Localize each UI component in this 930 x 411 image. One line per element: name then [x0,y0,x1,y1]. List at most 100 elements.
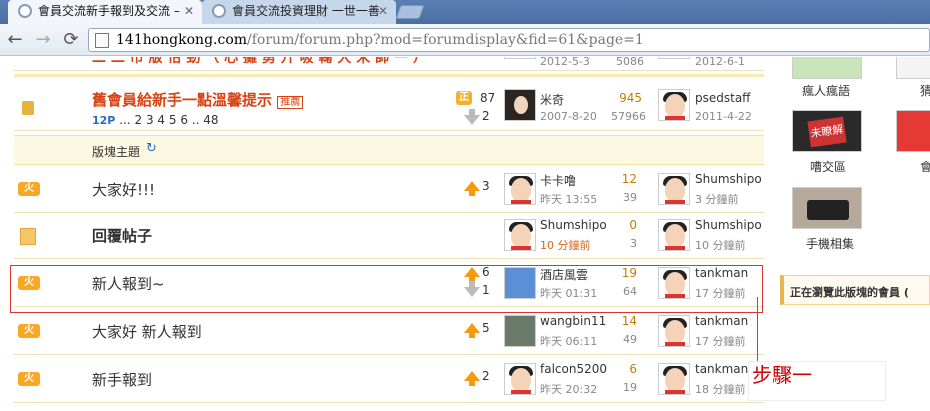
last-post-date: 17 分鐘前 [695,287,746,300]
thread-title-partial[interactable]: 二 二 市 版 怡 勁 （ 心 攤 勇 升 吸 鞠 大 宋 師 一 ） [92,57,427,67]
table-row: 火大家好 新人報到 5 wangbin11 昨天 06:11 14 49 tankman 17… [14,309,764,355]
view-count: 64 [623,285,637,298]
down-arrow-icon [464,281,480,297]
sidebar-thumbnail[interactable] [896,110,930,152]
sidebar-caption[interactable]: 手機相集 [806,235,854,252]
tab-title: 會員交流投資理財 一世一善 [232,4,380,18]
reply-count: 12 [621,172,637,186]
back-arrow-icon[interactable]: ← [4,29,26,51]
new-tab-button[interactable] [395,5,425,19]
avatar[interactable] [658,267,690,299]
avatar[interactable] [504,57,536,59]
view-count: 39 [623,191,637,204]
avatar[interactable] [504,315,536,347]
address-bar[interactable]: 141hongkong.com/forum/forum.php?mod=foru… [88,28,930,52]
up-arrow-icon [464,181,480,196]
pinned-thread-row: 舊會員給新手一點溫馨提示 推薦 12P ... 2 3 4 5 6 .. 48 … [14,79,764,131]
sidebar-thumbnail[interactable] [896,57,930,79]
vote-down-count: 2 [482,109,490,123]
url-text: 141hongkong.com/forum/forum.php?mod=foru… [116,32,644,48]
avatar[interactable] [504,363,536,395]
view-count: 3 [630,237,637,250]
thread-title[interactable]: 大家好!!! [92,179,155,200]
table-row: 火 新人報到~ 6 1 酒店風雲 昨天 01:31 19 64 tankman 17 分鐘前 [14,261,764,307]
view-count: 49 [623,333,637,346]
recommend-badge: 推薦 [277,96,304,109]
sidebar-thumbnail[interactable] [792,187,862,229]
last-post-date: 18 分鐘前 [695,383,746,396]
avatar[interactable] [504,219,536,251]
last-poster[interactable]: Shumshipo [695,218,762,232]
favicon-icon [18,4,32,18]
author-date: 2007-8-20 [540,110,597,123]
table-row: 二 二 市 版 怡 勁 （ 心 攤 勇 升 吸 鞠 大 宋 師 一 ） 2012… [14,57,764,71]
avatar[interactable] [504,89,536,121]
page-content: 二 二 市 版 怡 勁 （ 心 攤 勇 升 吸 鞠 大 宋 師 一 ） 2012… [0,57,930,411]
forward-arrow-icon[interactable]: → [32,29,54,51]
page-link[interactable]: ... [119,113,130,127]
thread-title[interactable]: 舊會員給新手一點溫馨提示 推薦 [92,89,304,110]
author-name[interactable]: 酒店風雲 [540,266,588,283]
online-members-header: 正在瀏覽此版塊的會員 ( [780,275,930,305]
page-link[interactable]: 48 [203,113,218,127]
avatar[interactable] [658,219,690,251]
page-link[interactable]: 3 [146,113,154,127]
author-date: 10 分鐘前 [540,239,591,252]
reply-count: 19 [621,266,637,280]
last-poster[interactable]: psedstaff [695,91,750,105]
hot-thread-icon: 火 [18,276,40,290]
sidebar-thumbnail[interactable]: 未瞭解 [792,110,862,152]
vote-up-count: 5 [482,321,490,335]
page-link[interactable]: 4 [157,113,165,127]
sidebar-caption[interactable]: 嘈交區 [810,158,846,175]
reply-count: 14 [621,314,637,328]
sidebar-thumbnail[interactable] [792,57,862,79]
last-post-date: 10 分鐘前 [695,239,746,252]
tab-forum-newbie[interactable]: 會員交流新手報到及交流 – ✕ [8,0,202,24]
author-name[interactable]: 米奇 [540,91,564,108]
avatar[interactable] [658,363,690,395]
avatar[interactable] [658,173,690,205]
last-poster[interactable]: tankman [695,362,748,376]
last-post-date: 3 分鐘前 [695,193,739,206]
author-date: 昨天 13:55 [540,193,598,206]
favicon-icon [212,4,226,18]
recommend-icon: 正 [456,91,472,105]
last-post-date: 2012-6-1 [695,57,745,68]
sidebar-caption[interactable]: 猜 [920,82,930,99]
thread-title[interactable]: 新手報到 [92,369,152,390]
view-count: 57966 [611,110,646,123]
thread-title[interactable]: 回覆帖子 [92,225,152,246]
refresh-icon[interactable]: ↻ [146,141,157,156]
last-poster[interactable]: tankman [695,314,748,328]
last-poster[interactable]: tankman [695,266,748,280]
table-row: 火新手報到 2 falcon5200 昨天 20:32 6 19 tankman 18 分鐘前 [14,357,764,403]
page-link[interactable]: .. [192,113,200,127]
tab-forum-invest[interactable]: 會員交流投資理財 一世一善 ✕ [202,0,396,24]
avatar[interactable] [658,57,690,59]
thread-title[interactable]: 大家好 新人報到 [92,321,202,342]
author-name[interactable]: 卡卡噜 [540,172,576,189]
up-arrow-icon [464,267,480,282]
reply-count: 6 [629,362,637,376]
close-tab-icon[interactable]: ✕ [184,0,194,22]
avatar[interactable] [658,315,690,347]
author-date: 昨天 20:32 [540,383,598,396]
sidebar-caption[interactable]: 會 [920,158,930,175]
thread-title[interactable]: 新人報到~ [92,273,165,294]
close-tab-icon[interactable]: ✕ [378,0,388,22]
sidebar-caption[interactable]: 瘋人瘋語 [802,82,850,99]
last-poster[interactable]: Shumshipo [695,172,762,186]
vote-up-count: 6 [482,265,490,279]
tab-title: 會員交流新手報到及交流 – [38,4,180,18]
avatar[interactable] [658,89,690,121]
sidebar: 瘋人瘋語 猜 未瞭解 嘈交區 會 手機相集 正在瀏覽此版塊的會員 ( [780,57,930,411]
reload-icon[interactable]: ⟳ [60,29,82,51]
avatar[interactable] [504,173,536,205]
page-link[interactable]: 2 [134,113,142,127]
down-arrow-icon [464,109,480,125]
page-link[interactable]: 6 [180,113,188,127]
view-count: 5086 [616,57,644,68]
avatar[interactable] [504,267,536,299]
page-link[interactable]: 5 [169,113,177,127]
